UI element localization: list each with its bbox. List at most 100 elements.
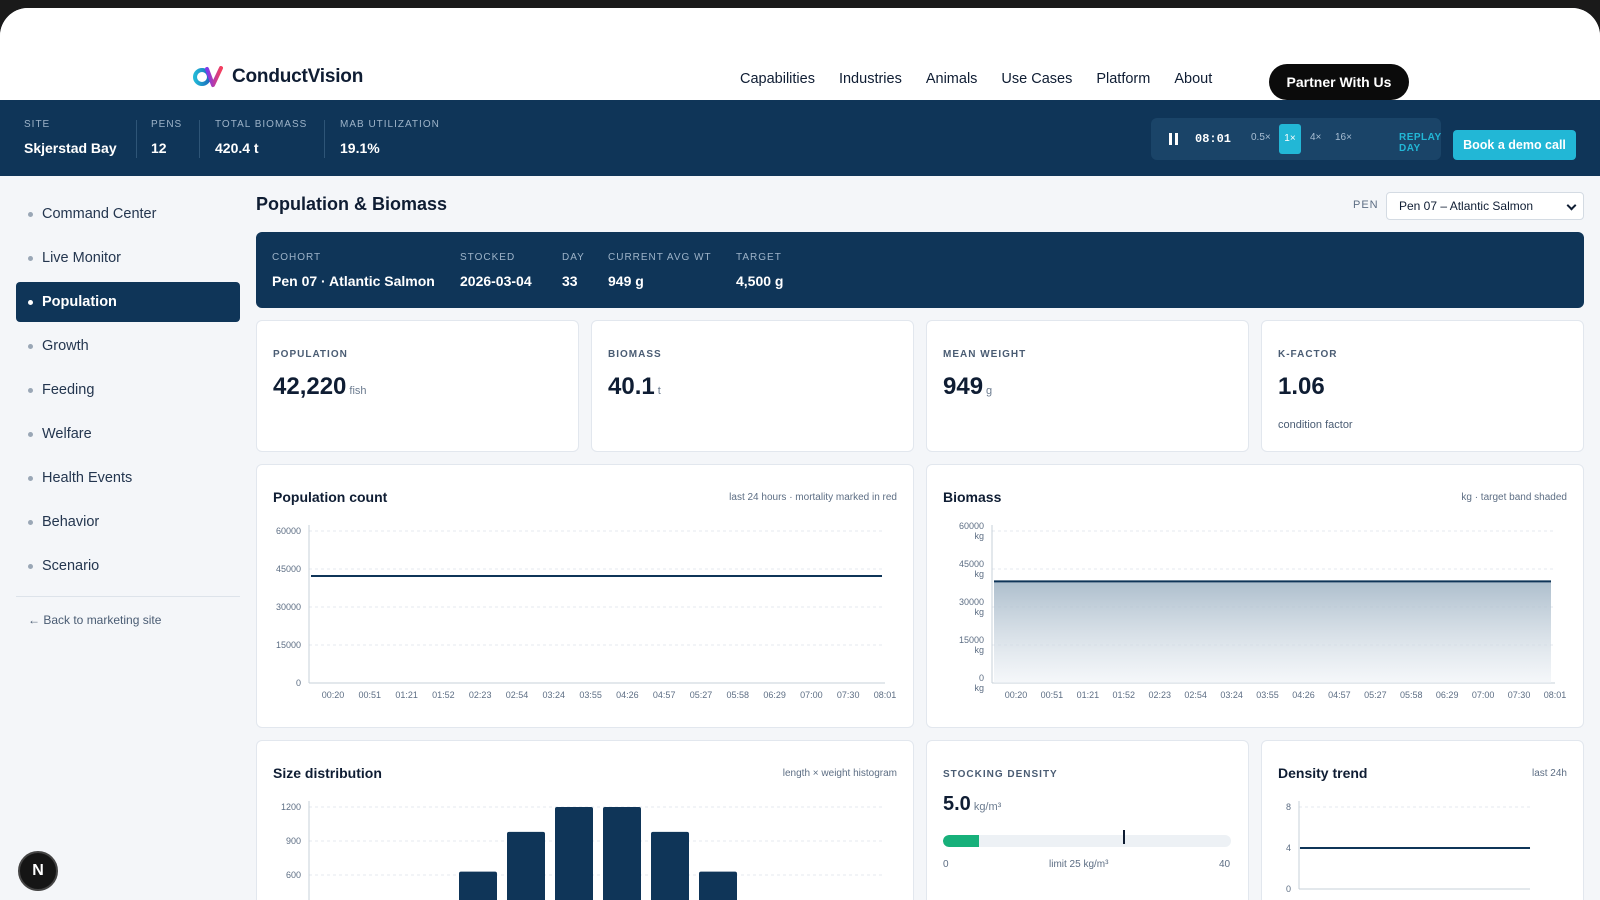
top-nav: ConductVision Capabilities Industries An… [0,8,1600,100]
y-tick-label: 15000 [276,640,301,650]
stat-label: SITE [24,119,51,130]
size-distribution-card: Size distribution length × weight histog… [256,740,914,900]
y-tick-unit: kg [974,645,984,655]
density-trend-card: Density trend last 24h 048 [1261,740,1584,900]
sidebar-item-label: Feeding [42,382,95,398]
density-limit-marker [1123,830,1125,844]
x-tick-label: 00:20 [1005,690,1028,700]
sidebar-item-live-monitor[interactable]: Live Monitor [16,238,240,278]
kpi-label: POPULATION [273,349,348,360]
book-demo-button[interactable]: Book a demo call [1453,130,1576,160]
histogram-bar [507,831,545,900]
brand-logo[interactable]: ConductVision [193,66,363,88]
y-tick-label: 4 [1286,843,1291,853]
pause-icon[interactable] [1169,133,1179,145]
sidebar-item-health-events[interactable]: Health Events [16,458,240,498]
sidebar-item-population[interactable]: Population [16,282,240,322]
nav-link-animals[interactable]: Animals [926,71,978,87]
kpi-mean-weight: MEAN WEIGHT 949 g [926,320,1249,452]
stocked-value: 2026-03-04 [460,273,532,289]
sidebar-item-behavior[interactable]: Behavior [16,502,240,542]
bullet-icon [28,211,33,217]
x-tick-label: 08:01 [874,690,897,700]
y-tick-label: 60000 [276,526,301,536]
y-tick-label: 0 [1286,884,1291,894]
kpi-unit: t [657,385,661,397]
sidebar-item-label: Health Events [42,470,133,486]
stat-label: PENS [151,119,183,130]
target-label: TARGET [736,252,782,263]
partner-button[interactable]: Partner With Us [1269,64,1409,100]
x-tick-label: 03:24 [1220,690,1243,700]
user-avatar[interactable]: N [18,851,58,891]
kpi-label: MEAN WEIGHT [943,349,1027,360]
density-number: 5.0 [943,793,971,815]
x-tick-label: 02:23 [469,690,492,700]
kpi-value: 40.1 t [608,373,661,401]
x-tick-label: 05:27 [690,690,713,700]
speed-1x-button[interactable]: 1× [1279,124,1301,154]
bullet-icon [28,255,33,261]
nav-link-use-cases[interactable]: Use Cases [1001,71,1072,87]
y-tick-label: 900 [286,836,301,846]
bullet-icon [28,475,33,481]
speed-4x-button[interactable]: 4× [1310,132,1321,143]
nav-links: Capabilities Industries Animals Use Case… [740,71,1212,87]
y-tick-label: 45000 [959,559,984,569]
kpi-value: 42,220 fish [273,373,367,401]
density-trend-chart: 0 4 8 [1286,801,1531,894]
speed-0-5x-button[interactable]: 0.5× [1251,132,1271,143]
bullet-icon [28,387,33,393]
sidebar-item-welfare[interactable]: Welfare [16,414,240,454]
site-info-bar: SITE Skjerstad Bay PENS 12 TOTAL BIOMASS… [0,100,1600,176]
x-tick-label: 07:00 [800,690,823,700]
sidebar-item-label: Command Center [42,206,157,222]
playback-clock: 08:01 [1195,132,1232,146]
y-tick-label: 60000 [959,521,984,531]
y-tick-unit: kg [974,569,984,579]
day-value: 33 [562,273,578,289]
y-tick-label: 30000 [276,602,301,612]
stocked-field: STOCKED 2026-03-04 [460,252,532,289]
x-tick-label: 05:58 [1400,690,1423,700]
x-tick-label: 01:52 [432,690,455,700]
pen-select[interactable]: Pen 07 – Atlantic Salmon [1386,192,1584,220]
nav-link-about[interactable]: About [1174,71,1212,87]
sidebar-item-label: Live Monitor [42,250,121,266]
stat-value: 420.4 t [215,140,259,156]
replay-day-button[interactable]: REPLAY DAY [1399,132,1441,154]
speed-16x-button[interactable]: 16× [1335,132,1352,143]
x-tick-label: 00:20 [322,690,345,700]
logo-mark-icon [193,66,223,87]
nav-link-platform[interactable]: Platform [1096,71,1150,87]
target-value: 4,500 g [736,273,784,289]
sidebar-item-scenario[interactable]: Scenario [16,546,240,586]
biomass-chart-card: Biomass kg · target band shaded 0 kg 15000… [926,464,1584,728]
density-bar-fill [943,835,979,847]
bullet-icon [28,343,33,349]
y-tick-unit: kg [974,531,984,541]
x-tick-label: 00:51 [359,690,382,700]
y-tick-label: 600 [286,870,301,880]
nav-link-capabilities[interactable]: Capabilities [740,71,815,87]
sidebar-item-label: Scenario [42,558,100,574]
kpi-number: 42,220 [273,373,347,400]
brand-name: ConductVision [232,66,364,87]
divider [136,120,137,158]
kpi-value: 1.06 [1278,373,1325,401]
sidebar-item-command-center[interactable]: Command Center [16,194,240,234]
cohort-value: Pen 07 · Atlantic Salmon [272,273,435,289]
histogram-bar [651,831,689,900]
y-tick-label: 15000 [959,635,984,645]
nav-link-industries[interactable]: Industries [839,71,902,87]
playback-controls: 08:01 0.5× 1× 4× 16× REPLAY DAY [1151,118,1441,160]
x-tick-label: 05:58 [727,690,750,700]
density-bar [943,835,1231,847]
cohort-banner: COHORT Pen 07 · Atlantic Salmon STOCKED … [256,232,1584,308]
back-to-marketing-link[interactable]: ← Back to marketing site [16,613,240,627]
divider [324,120,325,158]
x-tick-label: 04:57 [653,690,676,700]
x-tick-label: 03:55 [579,690,602,700]
sidebar-item-feeding[interactable]: Feeding [16,370,240,410]
sidebar-item-growth[interactable]: Growth [16,326,240,366]
